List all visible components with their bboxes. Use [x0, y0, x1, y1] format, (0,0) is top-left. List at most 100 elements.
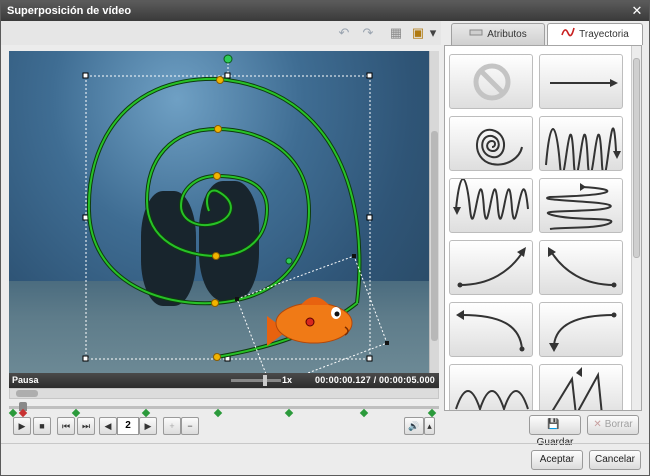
- footer-divider: [1, 443, 649, 444]
- trajectory-curve-left-down[interactable]: [449, 302, 533, 357]
- curve-up-right-icon: [457, 247, 526, 288]
- zigzag-icon: [546, 183, 613, 230]
- trajectory-wave-partial[interactable]: [449, 364, 533, 410]
- handle-tl: [82, 72, 89, 79]
- zigzag-partial-icon: [551, 367, 603, 410]
- object-handle: [352, 254, 356, 258]
- no-entry-icon: [473, 63, 511, 101]
- volume-menu-button[interactable]: ▴: [424, 417, 435, 435]
- accept-button[interactable]: Aceptar: [531, 450, 583, 470]
- gallery-scrollbar[interactable]: [631, 46, 641, 410]
- screen-icon[interactable]: ▣: [409, 25, 427, 41]
- previous-keyframe-button[interactable]: ◀: [99, 417, 117, 435]
- path-point-green: [285, 257, 293, 265]
- keyframe-marker[interactable]: [284, 408, 294, 418]
- timeline-scrollbar[interactable]: [9, 388, 439, 399]
- trajectory-vertical-wave[interactable]: [539, 116, 623, 171]
- scrollbar-thumb[interactable]: [431, 131, 438, 341]
- handle-mr: [366, 214, 373, 221]
- keyframe-marker[interactable]: [71, 408, 81, 418]
- path-point: [211, 299, 219, 307]
- play-button[interactable]: ▶: [13, 417, 31, 435]
- trajectory-curve-right-down[interactable]: [539, 302, 623, 357]
- curve-right-down-icon: [549, 312, 617, 352]
- trajectory-curve-up-left[interactable]: [539, 240, 623, 295]
- wave-partial-icon: [455, 390, 529, 410]
- timeline-track: [9, 406, 439, 409]
- path-point: [212, 252, 220, 260]
- curve-left-down-icon: [456, 310, 525, 352]
- status-bar: Pausa 1x 00:00:00.127 / 00:00:05.000: [9, 373, 439, 388]
- speed-slider[interactable]: [231, 379, 281, 382]
- next-keyframe-button[interactable]: ▶: [139, 417, 157, 435]
- trajectory-zigzag[interactable]: [539, 178, 623, 233]
- title-bar[interactable]: Superposición de vídeo ✕: [1, 1, 649, 21]
- spiral-icon: [476, 128, 523, 166]
- save-icon: 💾: [547, 419, 560, 430]
- trajectory-spiral[interactable]: [449, 116, 533, 171]
- handle-tr: [366, 72, 373, 79]
- handle-bl: [82, 355, 89, 362]
- trajectory-wave-down[interactable]: [449, 178, 533, 233]
- delete-button[interactable]: ✕ Borrar: [587, 415, 639, 435]
- last-frame-button[interactable]: ⏭: [77, 417, 95, 435]
- scrollbar-thumb[interactable]: [16, 390, 38, 397]
- keyframe-timeline[interactable]: [8, 402, 439, 418]
- save-button[interactable]: 💾Guardar: [529, 415, 581, 448]
- path-point: [214, 125, 222, 133]
- speed-slider-thumb[interactable]: [263, 375, 267, 386]
- tab-trayectoria[interactable]: Trayectoria: [547, 23, 643, 45]
- handle-br: [366, 355, 373, 362]
- grid-icon[interactable]: ▦: [387, 25, 405, 41]
- trajectory-curve-up-right[interactable]: [449, 240, 533, 295]
- playback-controls: ▶ ■ ⏮ ⏭ ◀ 2 ▶ + − 🔊 ▴: [9, 417, 439, 437]
- attributes-icon: [469, 24, 483, 44]
- line-icon: [550, 79, 618, 87]
- path-point: [213, 172, 221, 180]
- redo-icon[interactable]: ↷: [359, 25, 377, 41]
- keyframe-marker[interactable]: [213, 408, 223, 418]
- overlay-dialog: Superposición de vídeo ✕ ↶ ↷ ▦ ▣ ▾ Atrib…: [0, 0, 650, 476]
- first-frame-button[interactable]: ⏮: [57, 417, 75, 435]
- trajectory-zigzag-partial[interactable]: [539, 364, 623, 410]
- wave-down-icon: [453, 179, 529, 220]
- handle-tc: [224, 72, 231, 79]
- object-handle: [235, 297, 239, 301]
- trajectory-line[interactable]: [539, 54, 623, 109]
- delete-label: Borrar: [604, 419, 633, 430]
- trajectory-none[interactable]: [449, 54, 533, 109]
- playback-state: Pausa: [12, 375, 39, 385]
- preview-vertical-scrollbar[interactable]: [429, 51, 439, 373]
- trajectory-icon: [561, 24, 575, 44]
- stop-button[interactable]: ■: [33, 417, 51, 435]
- keyframe-marker[interactable]: [427, 408, 437, 418]
- time-readout: 00:00:00.127 / 00:00:05.000: [315, 375, 435, 385]
- path-point: [216, 76, 224, 84]
- toolbar: ↶ ↷ ▦ ▣ ▾: [1, 21, 441, 45]
- cancel-button[interactable]: Cancelar: [589, 450, 641, 470]
- volume-icon[interactable]: 🔊: [404, 417, 424, 435]
- delete-icon: ✕: [593, 419, 602, 430]
- tab-atributos[interactable]: Atributos: [451, 23, 545, 45]
- keyframe-number[interactable]: 2: [117, 417, 139, 435]
- remove-keyframe-button[interactable]: −: [181, 417, 199, 435]
- chevron-down-icon[interactable]: ▾: [427, 25, 439, 41]
- video-preview[interactable]: [9, 51, 429, 373]
- keyframe-marker[interactable]: [359, 408, 369, 418]
- tab-label: Atributos: [487, 29, 527, 40]
- close-button[interactable]: ✕: [629, 4, 645, 18]
- undo-icon[interactable]: ↶: [335, 25, 353, 41]
- tab-bar: Atributos Trayectoria: [449, 21, 649, 45]
- path-point: [213, 353, 221, 361]
- scrollbar-thumb[interactable]: [633, 58, 640, 258]
- rotate-handle: [223, 54, 233, 64]
- trajectory-overlay[interactable]: [9, 51, 429, 373]
- keyframe-marker[interactable]: [141, 408, 151, 418]
- window-title: Superposición de vídeo: [7, 5, 132, 17]
- keyframe-marker[interactable]: [8, 408, 18, 418]
- trajectory-gallery: [444, 45, 642, 411]
- object-anchor: [305, 317, 315, 327]
- speed-value: 1x: [282, 375, 293, 385]
- tab-label: Trayectoria: [579, 29, 629, 40]
- add-keyframe-button[interactable]: +: [163, 417, 181, 435]
